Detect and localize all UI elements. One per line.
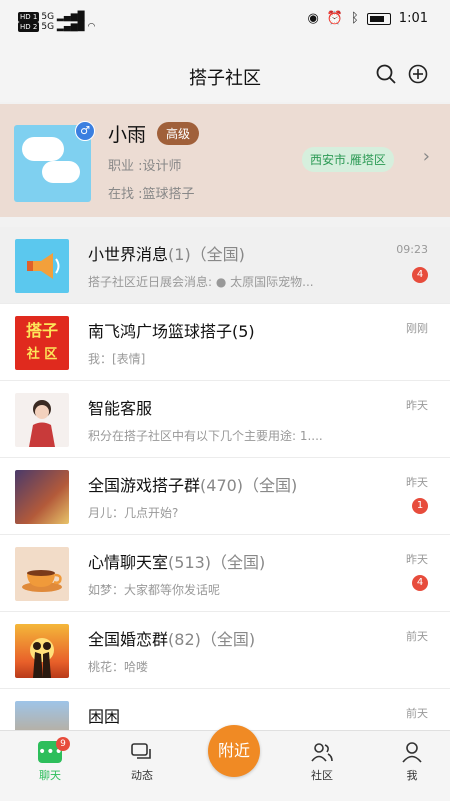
chat-name: 困困 bbox=[88, 707, 121, 726]
chat-time: 昨天 bbox=[406, 476, 428, 489]
eye-icon: ◉ bbox=[307, 11, 319, 26]
assistant-avatar-icon bbox=[15, 393, 69, 447]
chat-name: 全国婚恋群 bbox=[88, 630, 169, 649]
chat-name: 智能客服 bbox=[88, 399, 153, 418]
chat-name: 南飞鸿广场篮球搭子(5) bbox=[88, 322, 255, 341]
profile-job: 职业 :设计师 bbox=[108, 159, 182, 174]
chat-item[interactable]: 心情聊天室(513)（全国) 如梦：大家都等你发话呢 昨天 4 bbox=[0, 535, 450, 612]
tab-chat[interactable]: ••• 聊天 9 bbox=[20, 737, 80, 783]
chat-preview: 桃花：哈喽 bbox=[88, 660, 149, 674]
chat-time: 09:23 bbox=[396, 243, 428, 256]
dazi-logo-icon: 搭子社 区 bbox=[15, 316, 69, 370]
couple-silhouette-icon bbox=[15, 624, 69, 678]
chat-preview: 月儿：几点开始? bbox=[88, 506, 179, 520]
chat-name-sub: (470)（全国) bbox=[200, 476, 298, 495]
chat-name-sub: (1)（全国) bbox=[168, 245, 245, 264]
unread-badge: 4 bbox=[412, 267, 428, 283]
chat-time: 昨天 bbox=[406, 399, 428, 412]
chat-list: 小世界消息(1)（全国) 搭子社区近日展会消息: ● 太原国际宠物... 09:… bbox=[0, 227, 450, 766]
chat-item[interactable]: 小世界消息(1)（全国) 搭子社区近日展会消息: ● 太原国际宠物... 09:… bbox=[0, 227, 450, 304]
profile-name: 小雨 bbox=[108, 124, 147, 146]
messages-icon bbox=[112, 741, 172, 767]
game-avatar-icon bbox=[15, 470, 69, 524]
chat-item[interactable]: 全国游戏搭子群(470)（全国) 月儿：几点开始? 昨天 1 bbox=[0, 458, 450, 535]
chat-name-sub: (513)（全国) bbox=[168, 553, 266, 572]
chat-preview: 如梦：大家都等你发话呢 bbox=[88, 583, 221, 597]
add-icon[interactable] bbox=[408, 64, 428, 89]
male-icon: ♂ bbox=[75, 121, 95, 141]
chat-preview: 搭子社区近日展会消息: ● 太原国际宠物... bbox=[88, 275, 314, 289]
chat-preview: 积分在搭子社区中有以下几个主要用途: 1.... bbox=[88, 429, 323, 443]
signal-indicators: HD 1 5G ▂▄▆█ HD 2 5G ▂▄▆█ ◠ bbox=[18, 12, 96, 32]
people-icon bbox=[292, 741, 352, 767]
cloud-shape bbox=[42, 161, 80, 183]
teacup-icon bbox=[15, 547, 69, 601]
tab-badge: 9 bbox=[56, 737, 70, 751]
chat-name: 全国游戏搭子群 bbox=[88, 476, 201, 495]
chevron-right-icon[interactable]: › bbox=[423, 146, 430, 167]
profile-seeking: 在找 :篮球搭子 bbox=[108, 187, 195, 202]
level-badge: 高级 bbox=[157, 122, 200, 145]
chat-time: 前天 bbox=[406, 630, 428, 643]
unread-badge: 1 bbox=[412, 498, 428, 514]
alarm-icon: ⏰ bbox=[326, 11, 343, 26]
battery-icon bbox=[366, 12, 391, 25]
nearby-button[interactable]: 附近 bbox=[208, 725, 260, 777]
chat-item[interactable]: 智能客服 积分在搭子社区中有以下几个主要用途: 1.... 昨天 bbox=[0, 381, 450, 458]
cloud-shape bbox=[22, 137, 64, 161]
chat-time: 刚刚 bbox=[406, 322, 428, 335]
app-header: 搭子社区 bbox=[0, 40, 450, 102]
tab-community[interactable]: 社区 bbox=[292, 741, 352, 783]
chat-time: 昨天 bbox=[406, 553, 428, 566]
clock: 1:01 bbox=[398, 11, 428, 26]
status-right: ◉ ⏰ ᛒ 1:01 bbox=[307, 11, 428, 26]
tab-me[interactable]: 我 bbox=[382, 741, 442, 783]
chat-preview: 我：[表情] bbox=[88, 352, 146, 366]
location-badge[interactable]: 西安市.雁塔区 bbox=[302, 147, 394, 172]
avatar[interactable]: ♂ bbox=[14, 121, 95, 202]
chat-item[interactable]: 搭子社 区 南飞鸿广场篮球搭子(5) 我：[表情] 刚刚 bbox=[0, 304, 450, 381]
chat-name: 心情聊天室 bbox=[88, 553, 169, 572]
chat-time: 前天 bbox=[406, 707, 428, 720]
search-icon[interactable] bbox=[376, 64, 396, 89]
chat-item[interactable]: 全国婚恋群(82)（全国) 桃花：哈喽 前天 bbox=[0, 612, 450, 689]
bluetooth-icon: ᛒ bbox=[350, 11, 359, 26]
tab-feed[interactable]: 动态 bbox=[112, 741, 172, 783]
user-icon bbox=[382, 741, 442, 767]
chat-name: 小世界消息 bbox=[88, 245, 169, 264]
unread-badge: 4 bbox=[412, 575, 428, 591]
megaphone-icon bbox=[15, 239, 69, 293]
status-bar: HD 1 5G ▂▄▆█ HD 2 5G ▂▄▆█ ◠ ◉ ⏰ ᛒ 1:01 bbox=[0, 0, 450, 40]
chat-name-sub: (82)（全国) bbox=[168, 630, 256, 649]
